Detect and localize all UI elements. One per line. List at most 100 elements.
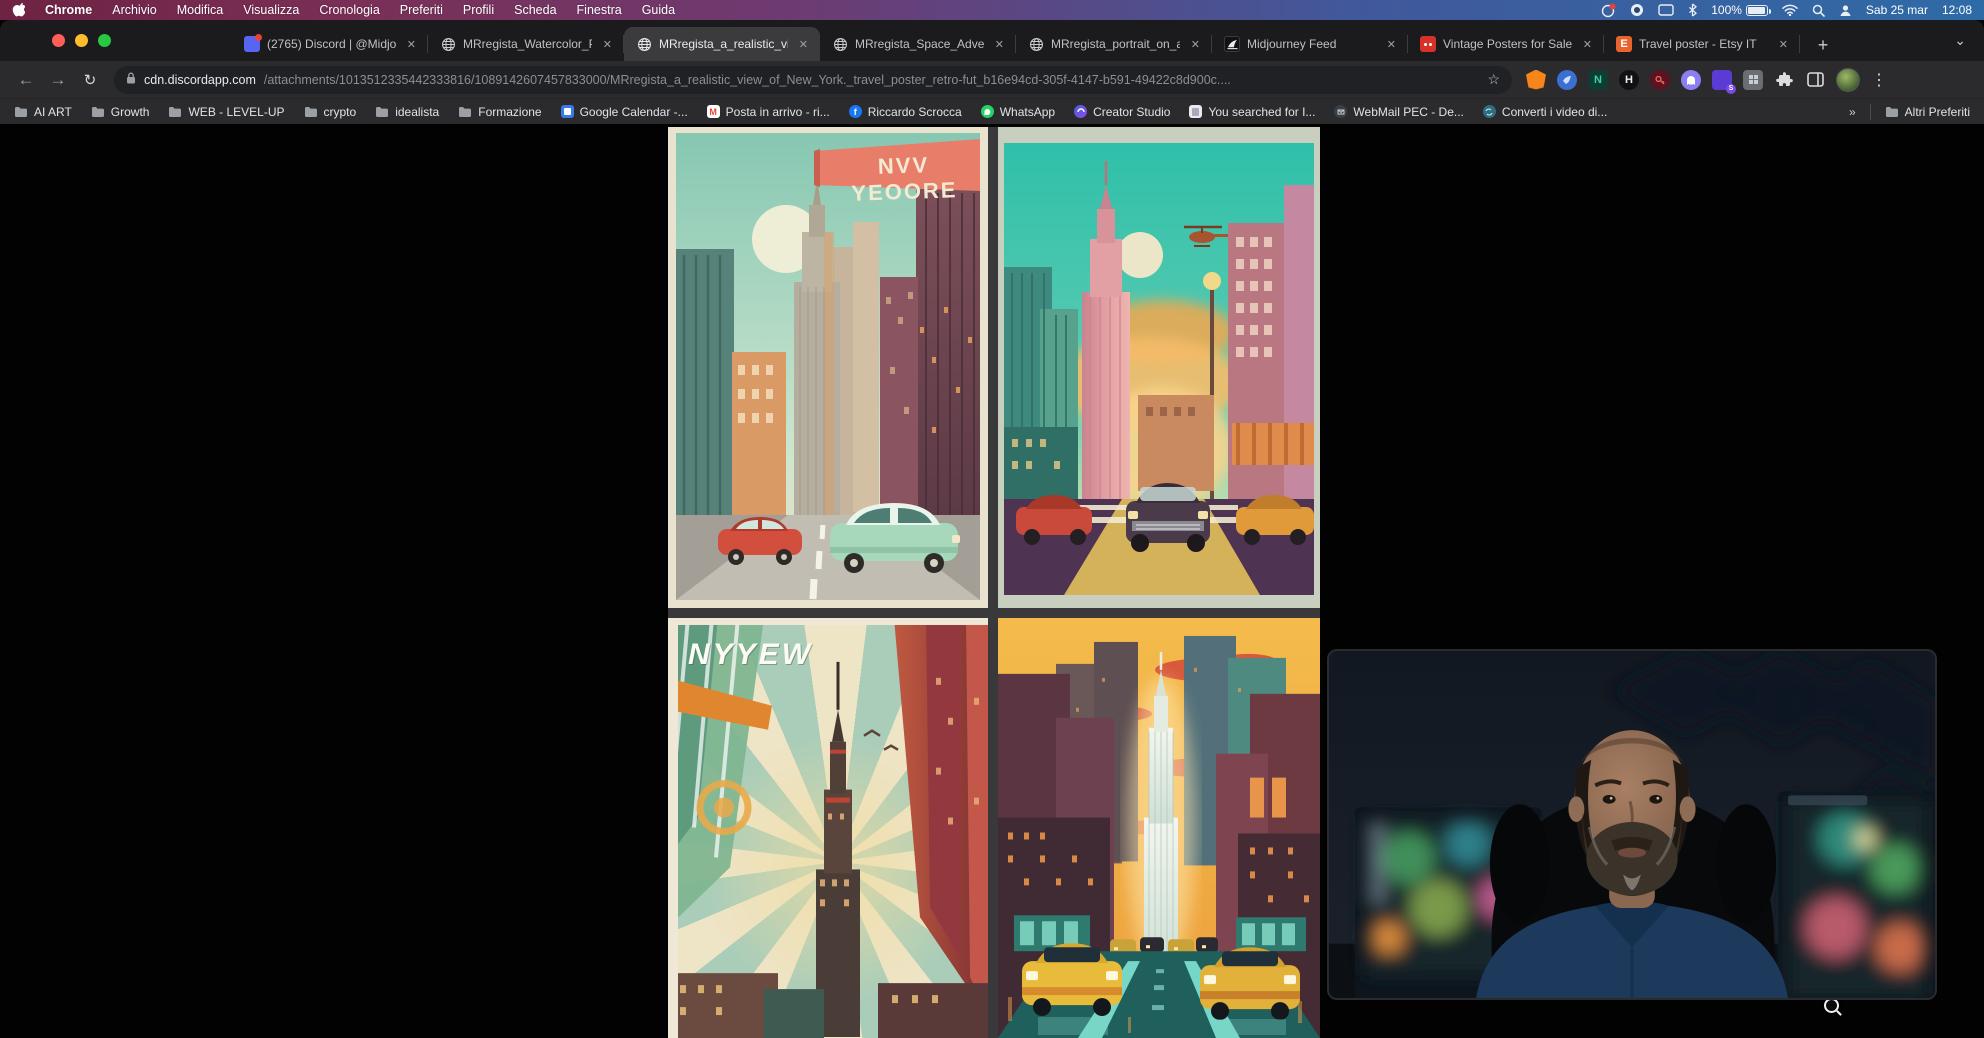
- discord-favicon: [244, 36, 260, 52]
- extensions-row: N H ⋮: [1526, 68, 1888, 92]
- side-panel-icon[interactable]: [1805, 70, 1825, 90]
- battery-indicator[interactable]: 100%: [1711, 3, 1768, 17]
- creator-studio-icon: [1074, 105, 1087, 118]
- converter-icon: [1483, 105, 1496, 118]
- n-extension-icon[interactable]: N: [1588, 70, 1608, 90]
- wifi-icon[interactable]: [1782, 4, 1798, 16]
- back-button[interactable]: ←: [12, 66, 40, 94]
- url-domain: cdn.discordapp.com: [144, 73, 256, 87]
- new-tab-button[interactable]: +: [1810, 32, 1836, 58]
- menu-item-finestra[interactable]: Finestra: [577, 3, 622, 17]
- menu-item-guida[interactable]: Guida: [642, 3, 675, 17]
- menu-item-visualizza[interactable]: Visualizza: [243, 3, 299, 17]
- blue-extension-icon[interactable]: [1557, 70, 1577, 90]
- folder-icon: [14, 106, 28, 118]
- menu-item-modifica[interactable]: Modifica: [177, 3, 224, 17]
- menu-item-cronologia[interactable]: Cronologia: [319, 3, 379, 17]
- bookmark-google-calendar[interactable]: Google Calendar -...: [561, 105, 688, 119]
- tab-portrait[interactable]: MRregista_portrait_on_a ✕: [1016, 27, 1212, 61]
- bookmark-folder-crypto[interactable]: crypto: [304, 105, 357, 119]
- user-switch-icon[interactable]: [1839, 4, 1852, 17]
- extensions-puzzle-icon[interactable]: [1774, 70, 1794, 90]
- poster-bottom-left-art: [668, 618, 988, 1038]
- tab-close-icon[interactable]: ✕: [991, 37, 1008, 52]
- folder-icon: [304, 106, 318, 118]
- bookmark-folder-web-level-up[interactable]: WEB - LEVEL-UP: [168, 105, 284, 119]
- tab-close-icon[interactable]: ✕: [403, 37, 420, 52]
- tab-midjourney-feed[interactable]: Midjourney Feed ✕: [1212, 27, 1408, 61]
- tab-discord[interactable]: (2765) Discord | @Midjou ✕: [232, 27, 428, 61]
- bookmark-folder-formazione[interactable]: Formazione: [458, 105, 541, 119]
- tab-close-icon[interactable]: ✕: [1579, 37, 1596, 52]
- screen-record-status-icon[interactable]: [1601, 3, 1616, 18]
- folder-icon: [458, 106, 472, 118]
- bookmark-star-icon[interactable]: ☆: [1487, 71, 1500, 88]
- folder-icon: [168, 106, 182, 118]
- tab-search-chevron-icon[interactable]: ⌄: [1954, 32, 1966, 49]
- window-controls: [52, 34, 111, 47]
- bookmark-webmail-pec[interactable]: WebMail PEC - De...: [1334, 105, 1463, 119]
- tab-realistic-view-active[interactable]: MRregista_a_realistic_vie ✕: [624, 27, 820, 61]
- bookmark-folder-idealista[interactable]: idealista: [375, 105, 439, 119]
- stack-extension-icon[interactable]: [1712, 70, 1732, 90]
- poster-nyyew-sunburst: NYYEW: [668, 618, 988, 1038]
- tab-watercolor[interactable]: MRregista_Watercolor_Pa ✕: [428, 27, 624, 61]
- poster-new-york-sunset: [998, 127, 1320, 608]
- minimize-window-button[interactable]: [75, 34, 88, 47]
- bookmark-you-searched[interactable]: You searched for I...: [1189, 105, 1315, 119]
- reload-button[interactable]: ↻: [76, 66, 104, 94]
- bookmarks-overflow-chevron[interactable]: »: [1849, 105, 1856, 119]
- tab-space-adventure[interactable]: MRregista_Space_Advent ✕: [820, 27, 1016, 61]
- bookmark-video-converter[interactable]: Converti i video di...: [1483, 105, 1607, 119]
- profile-avatar[interactable]: [1836, 68, 1860, 92]
- google-calendar-icon: [561, 105, 574, 118]
- record-button-icon[interactable]: [1630, 3, 1644, 17]
- chrome-menu-icon[interactable]: ⋮: [1871, 70, 1888, 90]
- password-key-extension-icon[interactable]: [1650, 70, 1670, 90]
- other-bookmarks-folder[interactable]: Altri Preferiti: [1885, 105, 1970, 119]
- bookmarks-separator: [1870, 104, 1871, 120]
- forward-button[interactable]: →: [44, 66, 72, 94]
- zoom-window-button[interactable]: [98, 34, 111, 47]
- tab-close-icon[interactable]: ✕: [795, 37, 812, 52]
- menu-item-archivio[interactable]: Archivio: [112, 3, 156, 17]
- metamask-extension-icon[interactable]: [1526, 70, 1546, 90]
- tab-vintage-posters[interactable]: Vintage Posters for Sale | ✕: [1408, 27, 1604, 61]
- grid-extension-icon[interactable]: [1743, 70, 1763, 90]
- h-extension-icon[interactable]: H: [1619, 70, 1639, 90]
- menu-clock[interactable]: 12:08: [1942, 3, 1972, 17]
- menu-item-chrome[interactable]: Chrome: [45, 3, 92, 17]
- ghost-extension-icon[interactable]: [1681, 70, 1701, 90]
- menu-item-profili[interactable]: Profili: [463, 3, 494, 17]
- apple-menu-icon[interactable]: [12, 3, 25, 18]
- address-bar[interactable]: cdn.discordapp.com /attachments/10135123…: [114, 66, 1512, 94]
- midjourney-favicon: [1224, 36, 1240, 52]
- bookmark-creator-studio[interactable]: Creator Studio: [1074, 105, 1170, 119]
- bookmark-folder-ai-art[interactable]: AI ART: [14, 105, 72, 119]
- page-viewport: NVV YEOORE: [0, 124, 1984, 1038]
- tab-close-icon[interactable]: ✕: [1775, 37, 1792, 52]
- bookmark-whatsapp[interactable]: WhatsApp: [981, 105, 1055, 119]
- spotlight-search-icon[interactable]: [1812, 4, 1825, 17]
- bookmark-gmail-inbox[interactable]: M Posta in arrivo - ri...: [707, 105, 830, 119]
- tab-etsy[interactable]: E Travel poster - Etsy IT ✕: [1604, 27, 1800, 61]
- menu-date[interactable]: Sab 25 mar: [1866, 3, 1928, 17]
- tab-close-icon[interactable]: ✕: [1383, 37, 1400, 52]
- poster-new-york-street: NVV YEOORE: [668, 127, 988, 608]
- folder-icon: [375, 106, 389, 118]
- display-icon[interactable]: [1658, 4, 1674, 17]
- menu-item-preferiti[interactable]: Preferiti: [400, 3, 443, 17]
- bluetooth-icon[interactable]: [1688, 3, 1697, 17]
- attachment-image-grid[interactable]: NVV YEOORE: [668, 127, 1320, 1038]
- bookmark-facebook-profile[interactable]: f Riccardo Scrocca: [849, 105, 962, 119]
- webcam-overlay: [1327, 649, 1937, 1000]
- menu-item-scheda[interactable]: Scheda: [514, 3, 556, 17]
- bookmark-folder-growth[interactable]: Growth: [91, 105, 150, 119]
- tab-close-icon[interactable]: ✕: [599, 37, 616, 52]
- folder-icon: [91, 106, 105, 118]
- vintage-posters-favicon: [1420, 36, 1436, 52]
- close-window-button[interactable]: [52, 34, 65, 47]
- webmail-icon: [1334, 105, 1347, 118]
- tab-close-icon[interactable]: ✕: [1187, 37, 1204, 52]
- globe-favicon: [440, 36, 456, 52]
